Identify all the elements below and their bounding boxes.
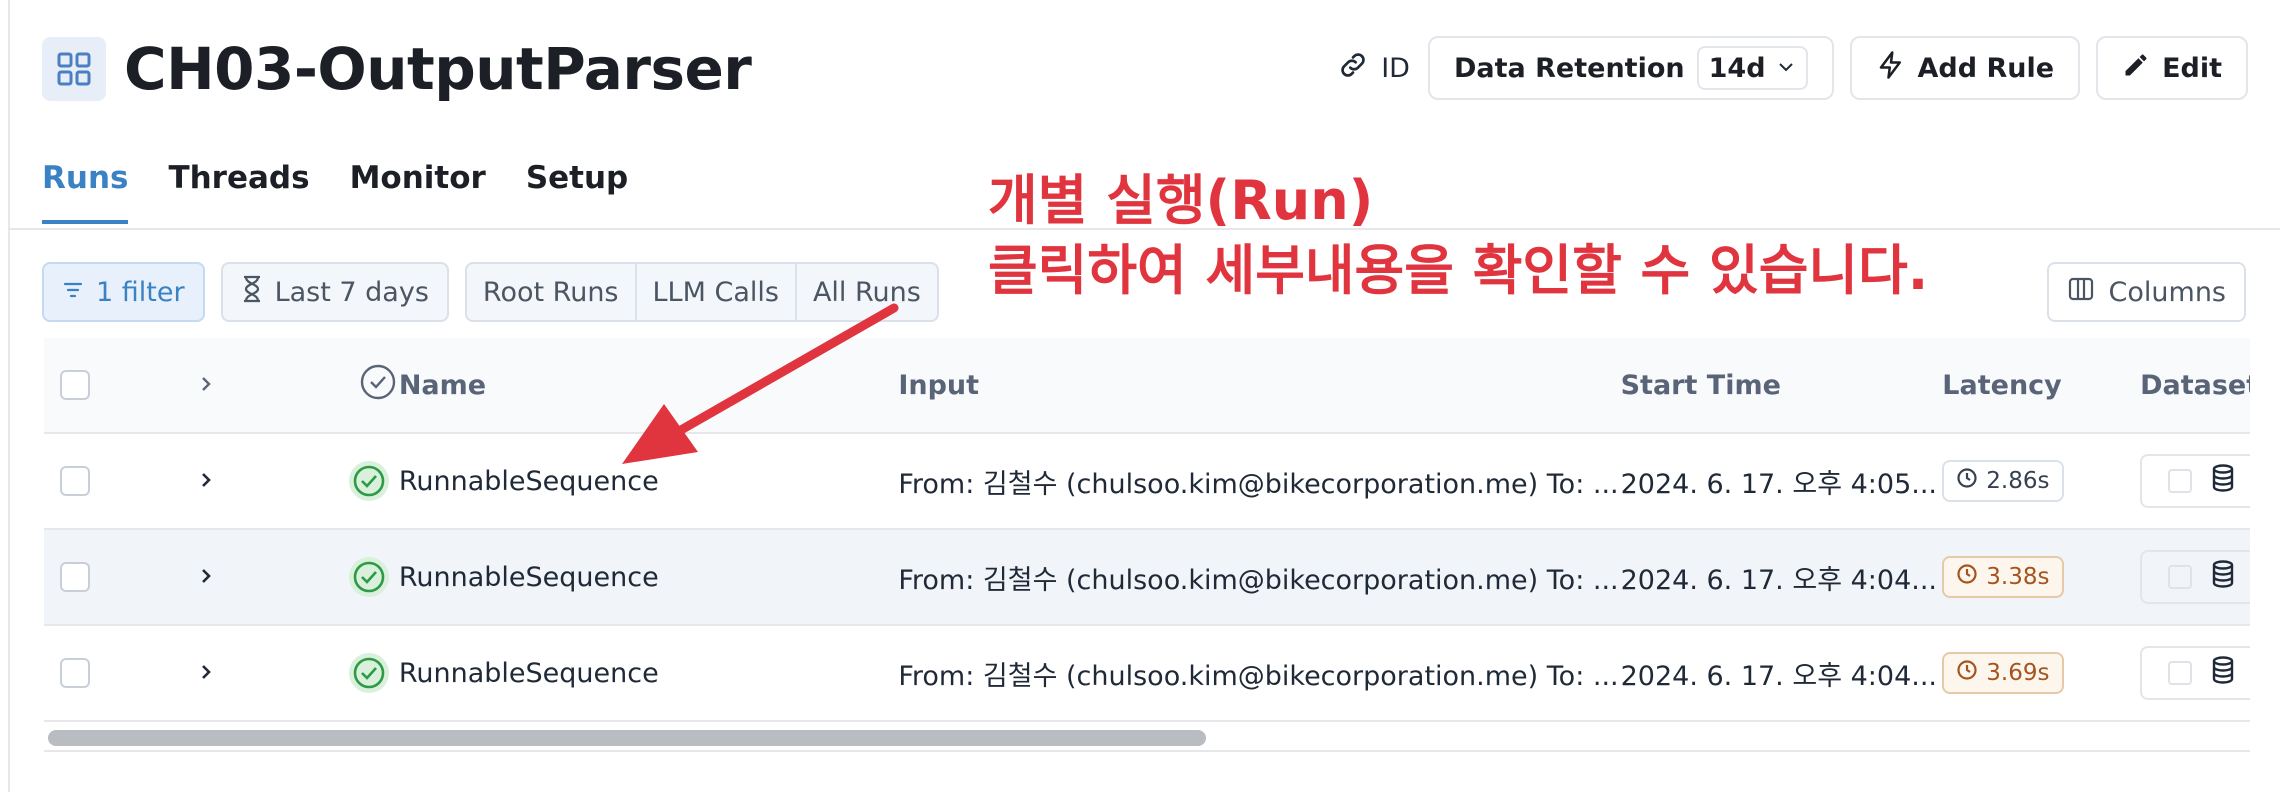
tab-runs[interactable]: Runs [42, 160, 129, 224]
dataset-checkbox[interactable] [2168, 661, 2193, 685]
table-row[interactable]: RunnableSequence From: 김철수 (chulsoo.kim@… [44, 626, 2250, 722]
data-retention-select[interactable]: 14d [1696, 46, 1808, 90]
row-checkbox[interactable] [60, 658, 90, 688]
dataset-checkbox[interactable] [2168, 469, 2193, 493]
run-type-segmented-control: Root Runs LLM Calls All Runs [464, 262, 939, 322]
lightning-icon [1876, 50, 1906, 87]
filter-icon [62, 277, 84, 308]
grid-icon [42, 37, 106, 101]
tab-threads[interactable]: Threads [168, 160, 309, 224]
id-button[interactable]: ID [1337, 49, 1410, 88]
row-checkbox[interactable] [60, 466, 90, 496]
success-check-icon [348, 461, 389, 501]
page-header: CH03-OutputParser [42, 34, 752, 104]
tab-setup[interactable]: Setup [526, 160, 628, 224]
id-label: ID [1381, 52, 1410, 84]
data-retention-control: Data Retention 14d [1427, 36, 1834, 100]
column-header-latency[interactable]: Latency [1942, 370, 2140, 401]
add-to-dataset-button[interactable] [2140, 550, 2250, 604]
add-to-dataset-button[interactable] [2140, 454, 2250, 508]
clock-icon [1956, 659, 1978, 687]
columns-label: Columns [2108, 276, 2226, 308]
success-check-icon [348, 557, 389, 597]
column-header-name[interactable]: Name [399, 370, 899, 401]
select-all-checkbox[interactable] [60, 370, 90, 400]
annotation-line-1: 개별 실행(Run) [988, 169, 1374, 232]
run-type-all-runs[interactable]: All Runs [797, 264, 937, 320]
row-checkbox[interactable] [60, 562, 90, 592]
hourglass-icon [241, 275, 263, 310]
add-rule-label: Add Rule [1917, 52, 2055, 84]
chevron-down-icon [1776, 53, 1796, 84]
run-input: From: 김철수 (chulsoo.kim@bikecorporation.m… [898, 660, 1619, 692]
data-retention-value: 14d [1708, 52, 1766, 84]
run-input: From: 김철수 (chulsoo.kim@bikecorporation.m… [898, 564, 1619, 596]
table-row[interactable]: RunnableSequence From: 김철수 (chulsoo.kim@… [44, 434, 2250, 530]
time-range-label: Last 7 days [274, 276, 429, 308]
clock-icon [1956, 563, 1978, 591]
chevron-right-icon[interactable] [196, 466, 216, 497]
database-icon [2210, 559, 2236, 596]
latency-value: 3.69s [1986, 660, 2050, 686]
link-icon [1337, 49, 1369, 88]
run-type-llm-calls[interactable]: LLM Calls [637, 264, 797, 320]
latency-badge: 3.38s [1942, 556, 2064, 598]
column-header-start-time[interactable]: Start Time [1621, 370, 1943, 401]
annotation-line-2: 클릭하여 세부내용을 확인할 수 있습니다. [988, 239, 1929, 302]
run-type-root-runs[interactable]: Root Runs [467, 264, 637, 320]
runs-toolbar: 1 filter Last 7 days Root Runs LLM Calls… [42, 262, 939, 322]
run-start-time: 2024. 6. 17. 오후 4:04... [1620, 660, 1937, 692]
scrollbar-thumb[interactable] [48, 730, 1206, 746]
run-name[interactable]: RunnableSequence [399, 658, 899, 689]
add-rule-button[interactable]: Add Rule [1849, 36, 2081, 100]
tab-bar: Runs Threads Monitor Setup [42, 160, 628, 224]
tab-monitor[interactable]: Monitor [350, 160, 486, 224]
columns-icon [2067, 275, 2095, 310]
database-icon [2210, 463, 2236, 500]
header-actions: ID Data Retention 14d Add Rule Edit [1337, 36, 2248, 100]
status-header-icon [359, 364, 397, 408]
chevron-right-icon[interactable] [196, 658, 216, 689]
edit-label: Edit [2162, 52, 2222, 84]
edit-button[interactable]: Edit [2096, 36, 2248, 100]
database-icon [2210, 655, 2236, 692]
columns-button[interactable]: Columns [2046, 262, 2246, 322]
add-to-dataset-button[interactable] [2140, 646, 2250, 700]
filter-label: 1 filter [96, 276, 185, 308]
horizontal-scrollbar[interactable] [44, 722, 2250, 752]
success-check-icon [348, 653, 389, 693]
run-name[interactable]: RunnableSequence [399, 562, 899, 593]
run-start-time: 2024. 6. 17. 오후 4:05... [1620, 468, 1937, 500]
runs-table: Name Input Start Time Latency Dataset Ru… [44, 338, 2250, 722]
table-header: Name Input Start Time Latency Dataset [44, 338, 2250, 434]
latency-value: 3.38s [1986, 564, 2050, 590]
chevron-right-icon[interactable] [196, 562, 216, 593]
annotation-callout: 개별 실행(Run) 클릭하여 세부내용을 확인할 수 있습니다. [988, 166, 1928, 306]
data-retention-label: Data Retention [1453, 52, 1685, 84]
expand-all-icon[interactable] [196, 370, 216, 401]
latency-badge: 2.86s [1942, 460, 2064, 502]
run-name[interactable]: RunnableSequence [399, 466, 899, 497]
run-input: From: 김철수 (chulsoo.kim@bikecorporation.m… [898, 468, 1619, 500]
column-header-input[interactable]: Input [898, 370, 1620, 401]
clock-icon [1956, 467, 1978, 495]
dataset-checkbox[interactable] [2168, 565, 2193, 589]
run-start-time: 2024. 6. 17. 오후 4:04... [1620, 564, 1937, 596]
time-range-button[interactable]: Last 7 days [220, 262, 449, 322]
column-header-dataset[interactable]: Dataset [2140, 370, 2250, 401]
page-title: CH03-OutputParser [124, 35, 752, 103]
table-row[interactable]: RunnableSequence From: 김철수 (chulsoo.kim@… [44, 530, 2250, 626]
latency-value: 2.86s [1986, 468, 2050, 494]
latency-badge: 3.69s [1942, 652, 2064, 694]
filter-button[interactable]: 1 filter [42, 262, 205, 322]
pencil-icon [2122, 51, 2150, 86]
